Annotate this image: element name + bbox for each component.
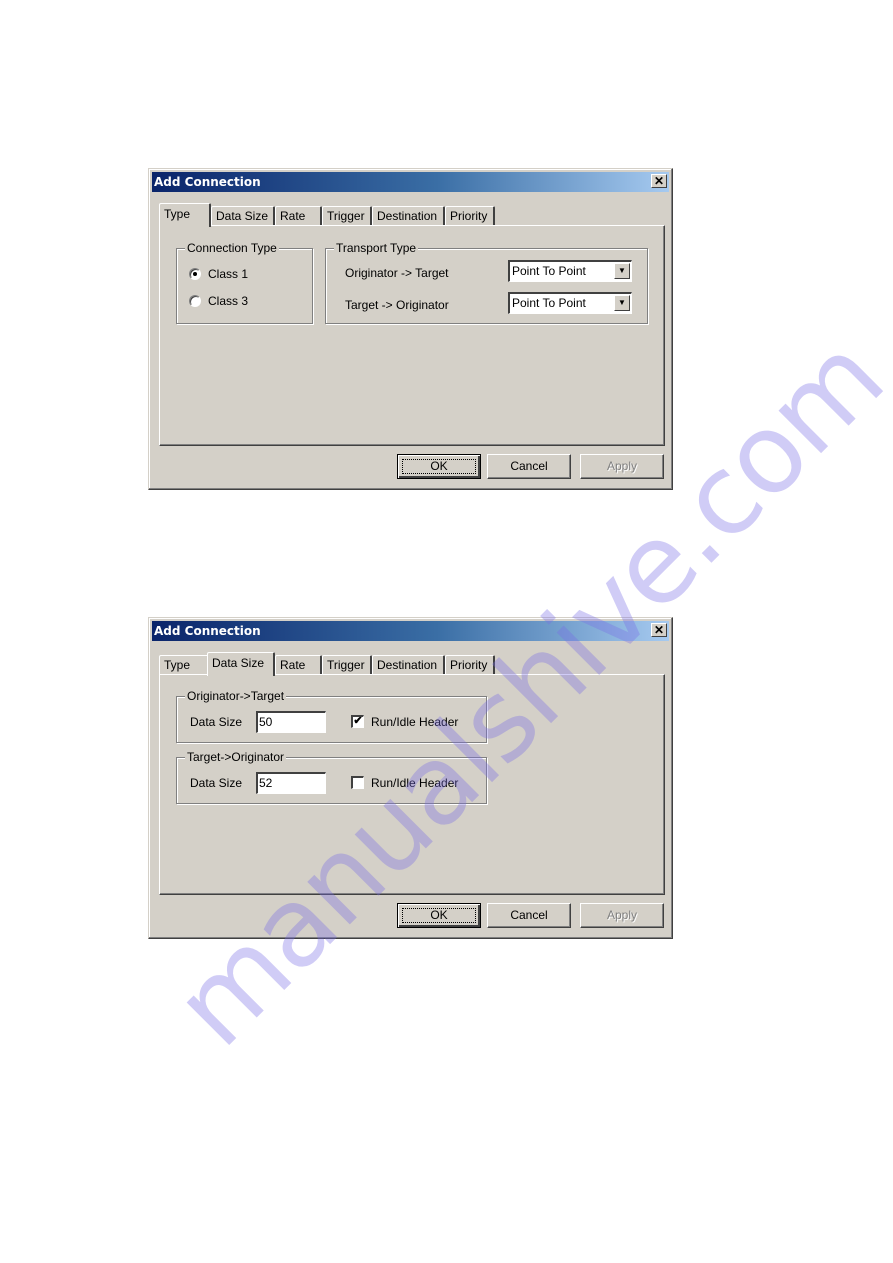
title-bar[interactable]: Add Connection ✕ xyxy=(152,172,669,192)
class-1-label[interactable]: Class 1 xyxy=(208,267,248,281)
connection-type-legend: Connection Type xyxy=(185,241,279,255)
title-bar[interactable]: Add Connection ✕ xyxy=(152,621,669,641)
add-connection-dialog-data-size: Add Connection ✕ Type Data Size Rate Tri… xyxy=(148,617,673,939)
focus-rect xyxy=(402,908,476,923)
cancel-button[interactable]: Cancel xyxy=(487,903,571,928)
target-originator-value: Point To Point xyxy=(512,296,586,310)
tab-priority[interactable]: Priority xyxy=(445,206,495,225)
dialog-title: Add Connection xyxy=(154,175,261,189)
target-originator-legend: Target->Originator xyxy=(185,750,287,764)
target-originator-label: Target -> Originator xyxy=(345,298,449,312)
originator-target-run-idle-checkbox[interactable]: ✔ xyxy=(351,715,364,728)
tab-data-size[interactable]: Data Size xyxy=(207,652,275,676)
close-icon: ✕ xyxy=(653,174,665,188)
tab-type[interactable]: Type xyxy=(159,203,211,227)
tab-panel-data-size: Originator->Target Data Size 50 ✔ Run/Id… xyxy=(159,674,665,895)
originator-target-group: Originator->Target Data Size 50 ✔ Run/Id… xyxy=(176,689,487,743)
connection-type-group: Connection Type Class 1 Class 3 xyxy=(176,241,313,324)
tab-panel-type: Connection Type Class 1 Class 3 Transpor… xyxy=(159,225,665,446)
run-idle-header-label[interactable]: Run/Idle Header xyxy=(371,776,458,790)
target-originator-data-size-input[interactable]: 52 xyxy=(256,772,326,794)
apply-button[interactable]: Apply xyxy=(580,454,664,479)
tab-destination[interactable]: Destination xyxy=(372,655,445,674)
originator-target-data-size-input[interactable]: 50 xyxy=(256,711,326,733)
tab-trigger[interactable]: Trigger xyxy=(322,655,372,674)
data-size-label: Data Size xyxy=(190,776,243,790)
close-button[interactable]: ✕ xyxy=(651,174,667,188)
originator-target-label: Originator -> Target xyxy=(345,266,449,280)
transport-type-group: Transport Type Originator -> Target Poin… xyxy=(325,241,648,324)
class-3-label[interactable]: Class 3 xyxy=(208,294,248,308)
close-button[interactable]: ✕ xyxy=(651,623,667,637)
target-originator-group: Target->Originator Data Size 52 Run/Idle… xyxy=(176,750,487,804)
cancel-button[interactable]: Cancel xyxy=(487,454,571,479)
tab-data-size[interactable]: Data Size xyxy=(211,206,275,225)
focus-rect xyxy=(402,459,476,474)
originator-target-value: Point To Point xyxy=(512,264,586,278)
target-originator-select[interactable]: Point To Point ▼ xyxy=(508,292,632,314)
radio-selected-dot xyxy=(193,272,197,276)
apply-button[interactable]: Apply xyxy=(580,903,664,928)
tab-rate[interactable]: Rate xyxy=(275,206,322,225)
dropdown-arrow-icon[interactable]: ▼ xyxy=(614,263,630,279)
ok-button[interactable]: OK xyxy=(397,454,481,479)
dropdown-arrow-icon[interactable]: ▼ xyxy=(614,295,630,311)
dialog-title: Add Connection xyxy=(154,624,261,638)
tab-type[interactable]: Type xyxy=(159,655,211,674)
target-originator-run-idle-checkbox[interactable] xyxy=(351,776,364,789)
transport-type-legend: Transport Type xyxy=(334,241,419,255)
originator-target-select[interactable]: Point To Point ▼ xyxy=(508,260,632,282)
originator-target-legend: Originator->Target xyxy=(185,689,287,703)
class-3-radio[interactable] xyxy=(189,295,201,307)
tab-destination[interactable]: Destination xyxy=(372,206,445,225)
data-size-label: Data Size xyxy=(190,715,243,729)
check-icon: ✔ xyxy=(353,715,363,727)
add-connection-dialog-type: Add Connection ✕ Type Data Size Rate Tri… xyxy=(148,168,673,490)
tab-trigger[interactable]: Trigger xyxy=(322,206,372,225)
tab-rate[interactable]: Rate xyxy=(275,655,322,674)
close-icon: ✕ xyxy=(653,623,665,637)
class-1-radio[interactable] xyxy=(189,268,201,280)
run-idle-header-label[interactable]: Run/Idle Header xyxy=(371,715,458,729)
tab-priority[interactable]: Priority xyxy=(445,655,495,674)
ok-button[interactable]: OK xyxy=(397,903,481,928)
